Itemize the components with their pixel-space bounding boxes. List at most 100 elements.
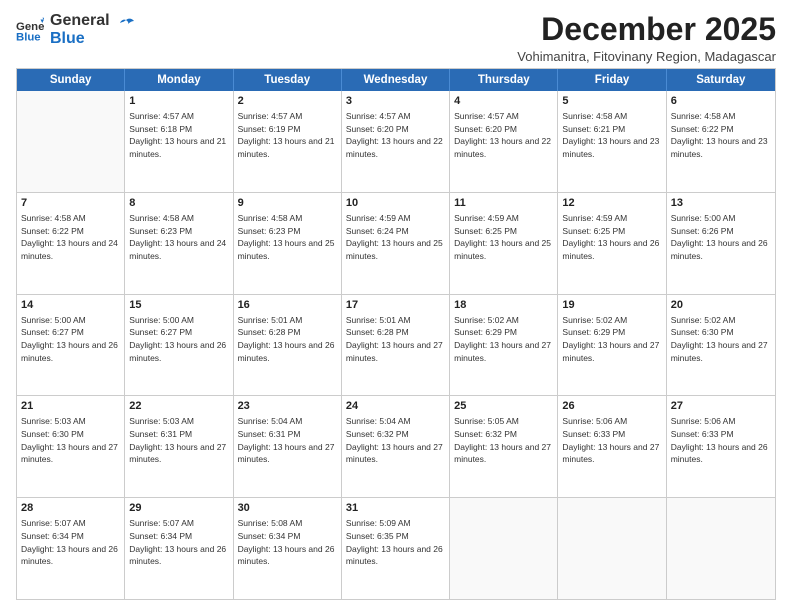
- cell-day: 17: [346, 298, 445, 313]
- cell-day: 12: [562, 196, 661, 211]
- calendar-cell-r2c2: 16Sunrise: 5:01 AMSunset: 6:28 PMDayligh…: [234, 295, 342, 396]
- cell-day: 25: [454, 399, 553, 414]
- calendar-cell-r2c0: 14Sunrise: 5:00 AMSunset: 6:27 PMDayligh…: [17, 295, 125, 396]
- title-block: December 2025 Vohimanitra, Fitovinany Re…: [517, 12, 776, 64]
- cell-day: 7: [21, 196, 120, 211]
- cell-info: Sunrise: 5:02 AMSunset: 6:29 PMDaylight:…: [454, 315, 551, 363]
- cell-info: Sunrise: 4:58 AMSunset: 6:23 PMDaylight:…: [238, 213, 335, 261]
- cell-day: 6: [671, 94, 771, 109]
- header-tuesday: Tuesday: [234, 69, 342, 91]
- calendar-cell-r2c5: 19 Sunrise: 5:02 AMSunset: 6:29 PMDayligh…: [558, 295, 666, 396]
- calendar-cell-r2c6: 20Sunrise: 5:02 AMSunset: 6:30 PMDayligh…: [667, 295, 775, 396]
- calendar-cell-r1c6: 13 Sunrise: 5:00 AMSunset: 6:26 PMDayligh…: [667, 193, 775, 294]
- cell-info: Sunrise: 4:59 AMSunset: 6:25 PMDaylight:…: [454, 213, 551, 261]
- cell-day: 20: [671, 298, 771, 313]
- cell-day: 16: [238, 298, 337, 313]
- header-sunday: Sunday: [17, 69, 125, 91]
- calendar-cell-r3c6: 27 Sunrise: 5:06 AMSunset: 6:33 PMDayligh…: [667, 396, 775, 497]
- calendar-cell-r3c0: 21 Sunrise: 5:03 AMSunset: 6:30 PMDayligh…: [17, 396, 125, 497]
- cell-day: 8: [129, 196, 228, 211]
- calendar-cell-r1c2: 9 Sunrise: 4:58 AMSunset: 6:23 PMDaylight…: [234, 193, 342, 294]
- cell-info: Sunrise: 5:01 AMSunset: 6:28 PMDaylight:…: [346, 315, 443, 363]
- cell-day: 9: [238, 196, 337, 211]
- logo: General Blue General Blue: [16, 12, 136, 49]
- calendar-cell-r3c4: 25Sunrise: 5:05 AMSunset: 6:32 PMDayligh…: [450, 396, 558, 497]
- calendar-cell-r2c1: 15Sunrise: 5:00 AMSunset: 6:27 PMDayligh…: [125, 295, 233, 396]
- cell-info: Sunrise: 5:07 AMSunset: 6:34 PMDaylight:…: [129, 518, 226, 566]
- calendar-cell-r0c2: 2Sunrise: 4:57 AMSunset: 6:19 PMDaylight…: [234, 91, 342, 192]
- cell-info: Sunrise: 5:04 AMSunset: 6:32 PMDaylight:…: [346, 416, 443, 464]
- calendar-header: Sunday Monday Tuesday Wednesday Thursday…: [17, 69, 775, 91]
- header-friday: Friday: [558, 69, 666, 91]
- calendar-row-3: 21 Sunrise: 5:03 AMSunset: 6:30 PMDayligh…: [17, 396, 775, 498]
- header-thursday: Thursday: [450, 69, 558, 91]
- calendar-cell-r0c3: 3Sunrise: 4:57 AMSunset: 6:20 PMDaylight…: [342, 91, 450, 192]
- calendar-cell-r4c6: [667, 498, 775, 599]
- cell-day: 2: [238, 94, 337, 109]
- cell-day: 28: [21, 501, 120, 516]
- calendar: Sunday Monday Tuesday Wednesday Thursday…: [16, 68, 776, 600]
- cell-day: 19: [562, 298, 661, 313]
- calendar-cell-r1c4: 11 Sunrise: 4:59 AMSunset: 6:25 PMDayligh…: [450, 193, 558, 294]
- logo-icon: General Blue: [16, 16, 44, 44]
- cell-info: Sunrise: 4:58 AMSunset: 6:22 PMDaylight:…: [671, 111, 768, 159]
- header-saturday: Saturday: [667, 69, 775, 91]
- cell-day: 27: [671, 399, 771, 414]
- calendar-cell-r4c2: 30 Sunrise: 5:08 AMSunset: 6:34 PMDayligh…: [234, 498, 342, 599]
- cell-day: 15: [129, 298, 228, 313]
- cell-info: Sunrise: 4:59 AMSunset: 6:24 PMDaylight:…: [346, 213, 443, 261]
- cell-info: Sunrise: 4:58 AMSunset: 6:23 PMDaylight:…: [129, 213, 226, 261]
- cell-info: Sunrise: 5:08 AMSunset: 6:34 PMDaylight:…: [238, 518, 335, 566]
- cell-info: Sunrise: 5:09 AMSunset: 6:35 PMDaylight:…: [346, 518, 443, 566]
- cell-day: 29: [129, 501, 228, 516]
- cell-day: 3: [346, 94, 445, 109]
- calendar-cell-r0c1: 1 Sunrise: 4:57 AMSunset: 6:18 PMDaylight…: [125, 91, 233, 192]
- calendar-cell-r0c0: [17, 91, 125, 192]
- calendar-cell-r0c4: 4Sunrise: 4:57 AMSunset: 6:20 PMDaylight…: [450, 91, 558, 192]
- logo-blue: Blue: [50, 30, 110, 48]
- calendar-row-2: 14Sunrise: 5:00 AMSunset: 6:27 PMDayligh…: [17, 295, 775, 397]
- calendar-cell-r3c2: 23Sunrise: 5:04 AMSunset: 6:31 PMDayligh…: [234, 396, 342, 497]
- calendar-body: 1 Sunrise: 4:57 AMSunset: 6:18 PMDaylight…: [17, 91, 775, 599]
- calendar-cell-r1c3: 10Sunrise: 4:59 AMSunset: 6:24 PMDayligh…: [342, 193, 450, 294]
- calendar-cell-r0c5: 5Sunrise: 4:58 AMSunset: 6:21 PMDaylight…: [558, 91, 666, 192]
- cell-info: Sunrise: 4:58 AMSunset: 6:21 PMDaylight:…: [562, 111, 659, 159]
- cell-day: 31: [346, 501, 445, 516]
- cell-day: 13: [671, 196, 771, 211]
- cell-day: 21: [21, 399, 120, 414]
- cell-info: Sunrise: 5:00 AMSunset: 6:27 PMDaylight:…: [21, 315, 118, 363]
- cell-day: 11: [454, 196, 553, 211]
- calendar-cell-r2c3: 17 Sunrise: 5:01 AMSunset: 6:28 PMDayligh…: [342, 295, 450, 396]
- calendar-cell-r3c5: 26 Sunrise: 5:06 AMSunset: 6:33 PMDayligh…: [558, 396, 666, 497]
- calendar-cell-r4c4: [450, 498, 558, 599]
- cell-info: Sunrise: 5:02 AMSunset: 6:29 PMDaylight:…: [562, 315, 659, 363]
- calendar-row-1: 7Sunrise: 4:58 AMSunset: 6:22 PMDaylight…: [17, 193, 775, 295]
- cell-day: 1: [129, 94, 228, 109]
- cell-info: Sunrise: 4:59 AMSunset: 6:25 PMDaylight:…: [562, 213, 659, 261]
- header: General Blue General Blue December 2025 …: [16, 12, 776, 64]
- cell-info: Sunrise: 5:00 AMSunset: 6:26 PMDaylight:…: [671, 213, 768, 261]
- cell-day: 30: [238, 501, 337, 516]
- calendar-cell-r4c3: 31 Sunrise: 5:09 AMSunset: 6:35 PMDayligh…: [342, 498, 450, 599]
- cell-info: Sunrise: 5:03 AMSunset: 6:31 PMDaylight:…: [129, 416, 226, 464]
- logo-general: General: [50, 12, 110, 30]
- header-monday: Monday: [125, 69, 233, 91]
- cell-day: 22: [129, 399, 228, 414]
- calendar-cell-r1c0: 7Sunrise: 4:58 AMSunset: 6:22 PMDaylight…: [17, 193, 125, 294]
- cell-info: Sunrise: 5:06 AMSunset: 6:33 PMDaylight:…: [562, 416, 659, 464]
- cell-day: 18: [454, 298, 553, 313]
- calendar-row-0: 1 Sunrise: 4:57 AMSunset: 6:18 PMDaylight…: [17, 91, 775, 193]
- calendar-cell-r1c5: 12 Sunrise: 4:59 AMSunset: 6:25 PMDayligh…: [558, 193, 666, 294]
- svg-text:Blue: Blue: [16, 32, 41, 44]
- cell-day: 26: [562, 399, 661, 414]
- calendar-cell-r1c1: 8 Sunrise: 4:58 AMSunset: 6:23 PMDaylight…: [125, 193, 233, 294]
- cell-info: Sunrise: 5:04 AMSunset: 6:31 PMDaylight:…: [238, 416, 335, 464]
- cell-day: 24: [346, 399, 445, 414]
- cell-info: Sunrise: 4:57 AMSunset: 6:18 PMDaylight:…: [129, 111, 226, 159]
- cell-info: Sunrise: 5:03 AMSunset: 6:30 PMDaylight:…: [21, 416, 118, 464]
- calendar-row-4: 28 Sunrise: 5:07 AMSunset: 6:34 PMDayligh…: [17, 498, 775, 599]
- cell-day: 4: [454, 94, 553, 109]
- cell-info: Sunrise: 5:06 AMSunset: 6:33 PMDaylight:…: [671, 416, 768, 464]
- subtitle: Vohimanitra, Fitovinany Region, Madagasc…: [517, 49, 776, 64]
- calendar-cell-r3c3: 24 Sunrise: 5:04 AMSunset: 6:32 PMDayligh…: [342, 396, 450, 497]
